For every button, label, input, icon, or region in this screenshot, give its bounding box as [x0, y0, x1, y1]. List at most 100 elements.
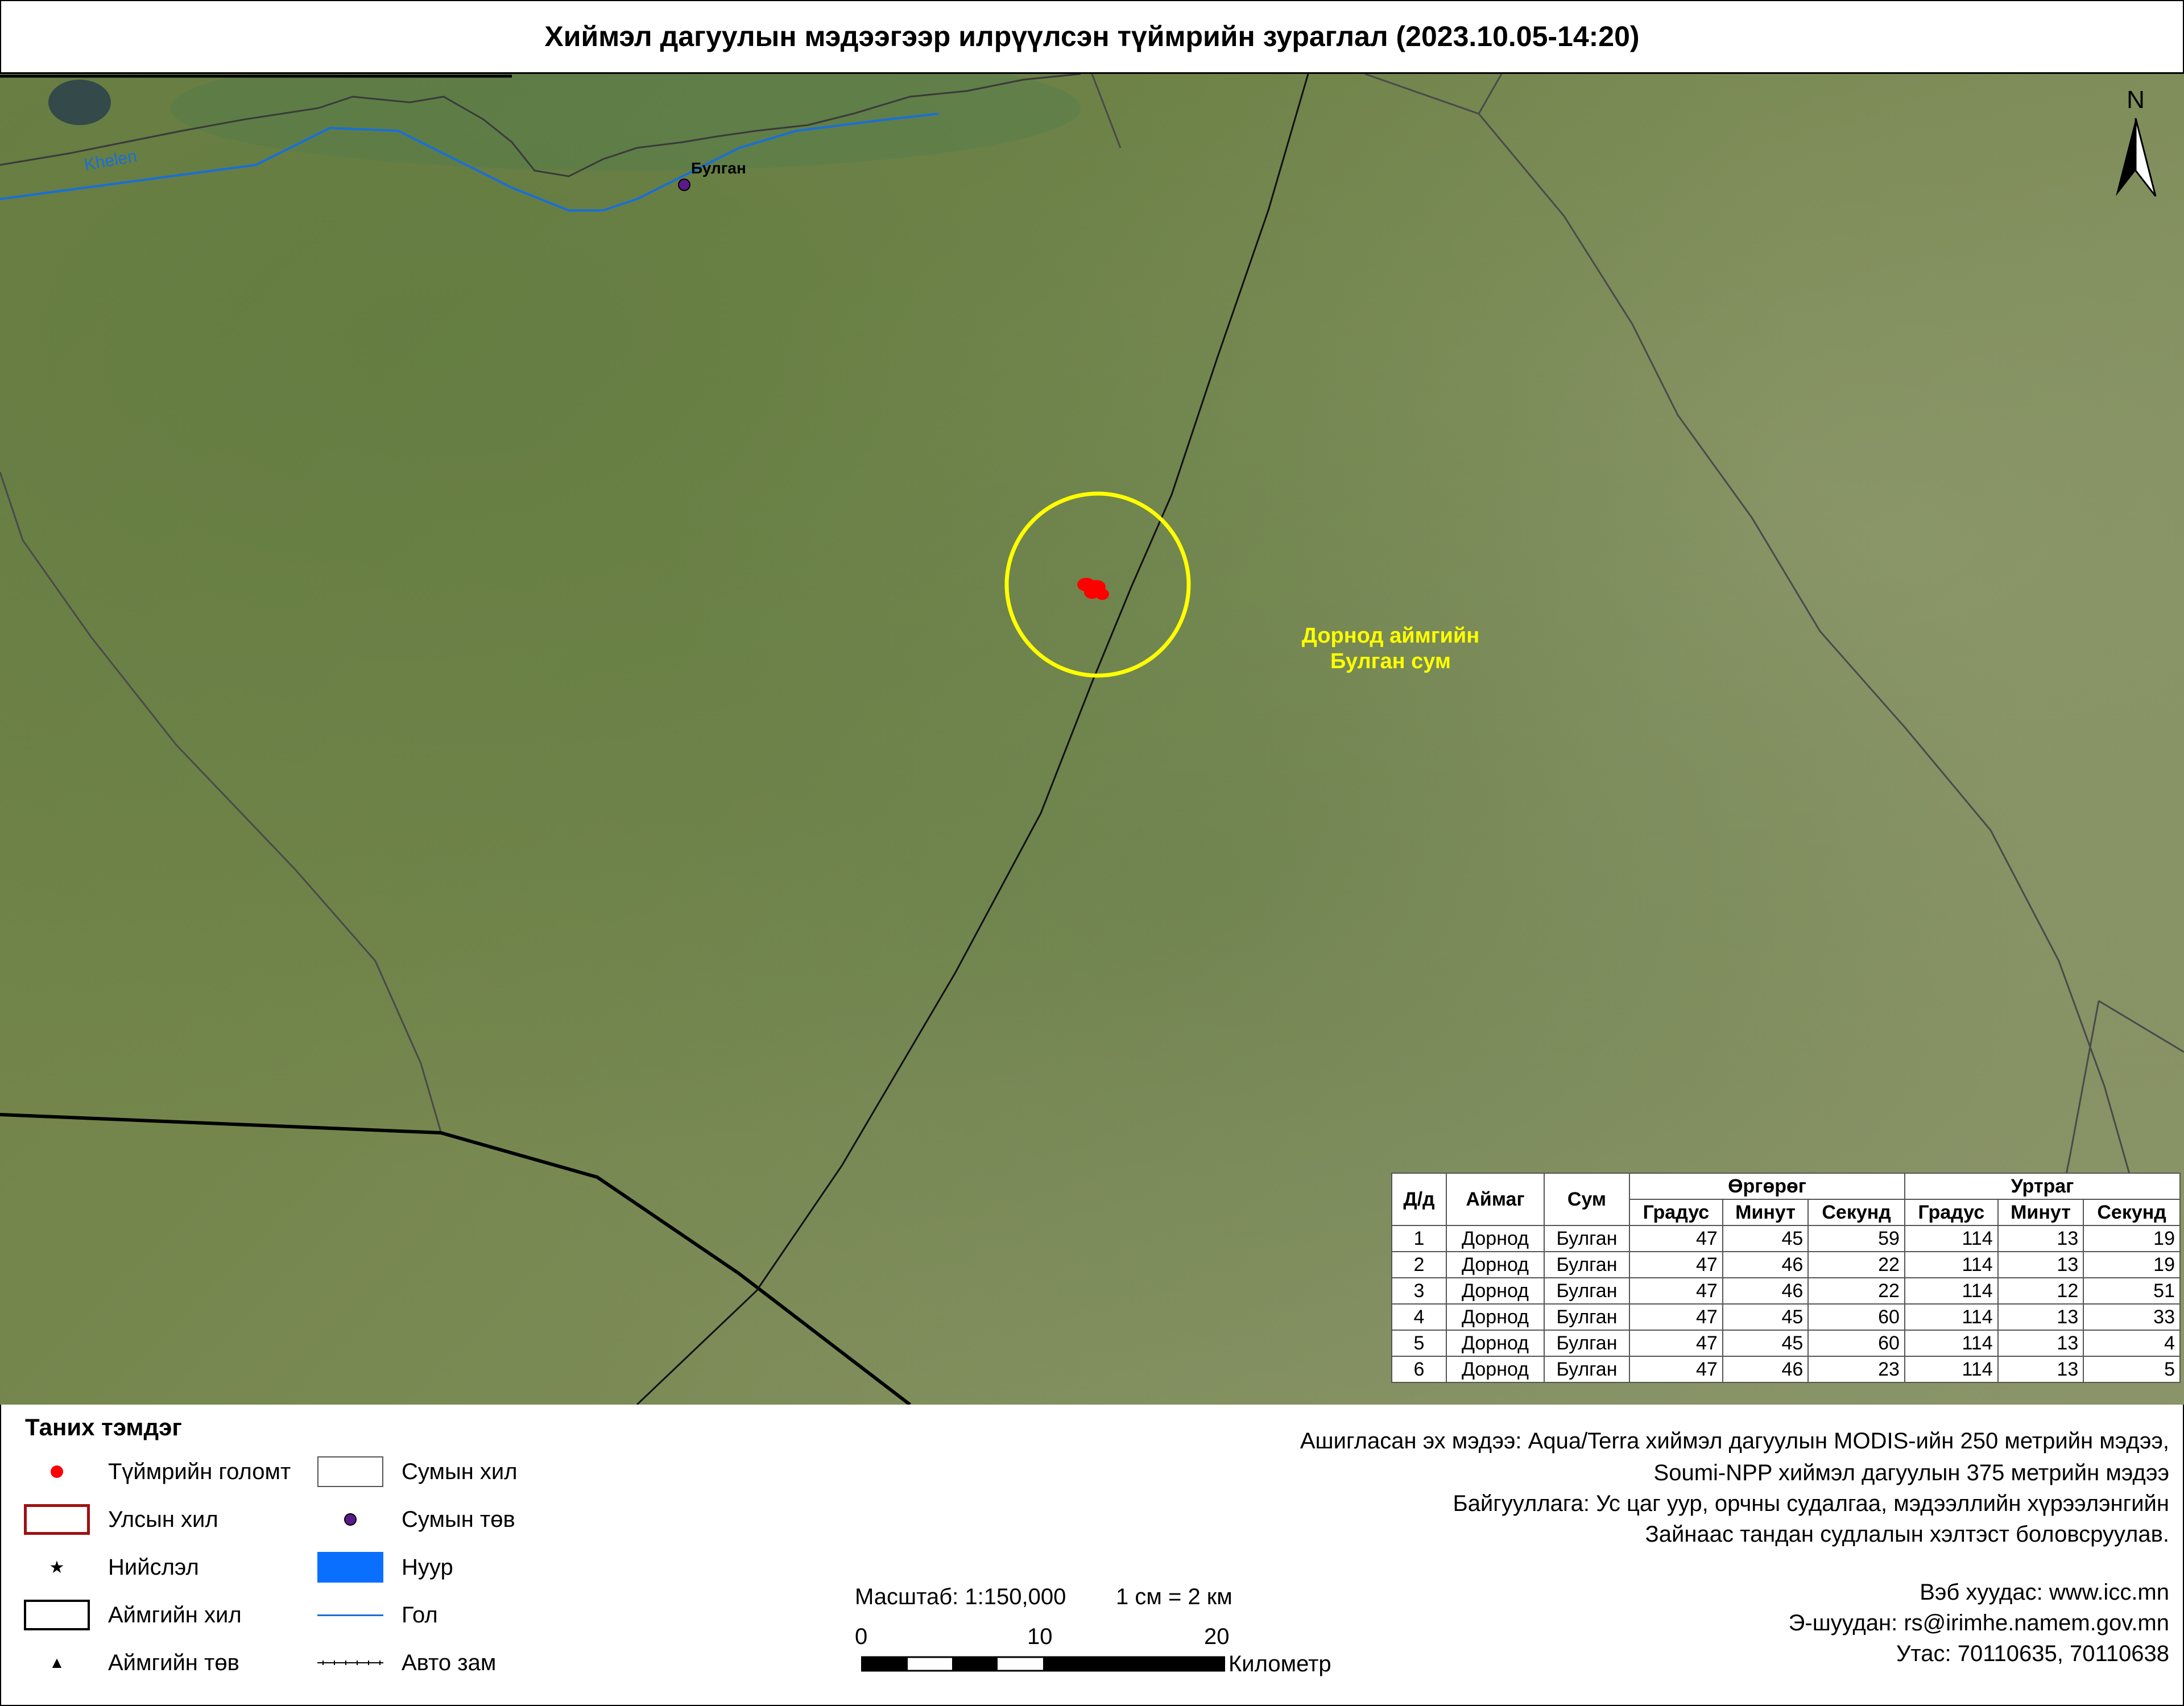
scale-bar: [861, 1656, 1225, 1672]
legend-item-lake: Нуур: [316, 1550, 453, 1584]
table-cell: 114: [1904, 1356, 1999, 1383]
th-lon-min: Минут: [1997, 1199, 2084, 1226]
road-line-icon: [317, 1661, 383, 1665]
source-line-1: Ашигласан эх мэдээ: Aqua/Terra хиймэл да…: [1300, 1428, 2169, 1454]
national-border-icon: [24, 1504, 90, 1535]
lake-shape: [48, 80, 111, 125]
scale-unit: Километр: [1228, 1651, 1331, 1676]
legend-label: Авто зам: [402, 1650, 497, 1675]
river-line-icon: [317, 1614, 383, 1616]
legend-item-sum-center: Сумын төв: [316, 1502, 515, 1537]
purple-dot-icon: [344, 1513, 357, 1526]
north-arrow-icon-light: [2135, 118, 2157, 197]
table-cell: 13: [1997, 1303, 2084, 1331]
page-title: Хиймэл дагуулын мэдээгээр илрүүлсэн түйм…: [0, 0, 2184, 74]
scale-tick-10: 10: [1027, 1624, 1053, 1649]
table-cell: 46: [1722, 1277, 1809, 1305]
table-cell: 45: [1722, 1330, 1809, 1357]
table-cell: Булган: [1544, 1251, 1630, 1278]
fire-table-body: 1 Дорнод Булган 47 45 59 114 13 19 2 Дорнод Булган 4…: [1391, 1225, 2181, 1383]
contact-web[interactable]: Вэб хуудас: www.icc.mn: [1920, 1580, 2169, 1605]
table-cell: 47: [1629, 1251, 1723, 1278]
settlement-label: Булган: [691, 159, 746, 177]
legend-item-aimag-center: ▲ Аймгийн төв: [23, 1646, 239, 1680]
source-line-2: Soumi-NPP хиймэл дагуулын 375 метрийн мэ…: [1653, 1460, 2169, 1485]
fire-points[interactable]: [1077, 578, 1109, 600]
aimag-border: [0, 1113, 911, 1405]
th-aimag: Аймаг: [1446, 1173, 1545, 1226]
th-lat-sec: Секунд: [1807, 1199, 1905, 1226]
north-label: N: [2127, 86, 2145, 114]
table-cell: 46: [1722, 1356, 1809, 1383]
table-cell: 33: [2083, 1303, 2181, 1331]
table-row: 1 Дорнод Булган 47 45 59 114 13 19: [1391, 1225, 2181, 1252]
sum-border-icon: [317, 1456, 383, 1487]
table-cell: 45: [1722, 1303, 1809, 1331]
road-line: [636, 74, 1309, 1405]
contact-email[interactable]: Э-шуудан: rs@irimhe.namem.gov.mn: [1789, 1610, 2169, 1636]
wetland-area: [171, 74, 1081, 171]
table-cell: Дорнод: [1446, 1356, 1545, 1383]
table-row: 2 Дорнод Булган 47 46 22 114 13 19: [1391, 1251, 2181, 1278]
table-cell: Дорнод: [1446, 1303, 1545, 1331]
legend-item-sum-border: Сумын хил: [316, 1455, 518, 1489]
legend-label: Аймгийн төв: [108, 1650, 239, 1675]
triangle-icon: ▲: [49, 1654, 65, 1671]
legend-label: Аймгийн хил: [108, 1602, 242, 1628]
th-lat-deg: Градус: [1629, 1199, 1723, 1226]
table-cell: Дорнод: [1446, 1251, 1545, 1278]
legend-item-aimag-border: Аймгийн хил: [23, 1598, 242, 1632]
legend-item-fire: Түймрийн голомт: [23, 1455, 291, 1489]
table-cell: Булган: [1544, 1277, 1630, 1305]
scale-ratio: 1 см = 2 км: [1116, 1584, 1232, 1609]
north-arrow-icon: [2116, 118, 2136, 196]
table-cell: 47: [1629, 1277, 1723, 1305]
legend-item-river: Гол: [316, 1598, 438, 1632]
source-line-4: Зайнаас тандан судлалын хэлтэст боловсру…: [1645, 1522, 2169, 1547]
table-cell: 60: [1807, 1303, 1905, 1331]
th-longitude: Уртраг: [1904, 1173, 2181, 1200]
lake-swatch-icon: [317, 1552, 383, 1583]
legend-label: Нуур: [402, 1554, 453, 1580]
river-label: Khelen: [82, 147, 138, 175]
table-cell: Булган: [1544, 1356, 1630, 1383]
legend-label: Түймрийн голомт: [108, 1459, 291, 1484]
table-cell: 2: [1391, 1251, 1447, 1278]
table-cell: 5: [1391, 1330, 1447, 1357]
table-cell: 47: [1629, 1330, 1723, 1357]
star-icon: ★: [49, 1558, 65, 1577]
table-row: 5 Дорнод Булган 47 45 60 114 13 4: [1391, 1330, 2181, 1357]
fire-dot-icon: [51, 1465, 63, 1478]
table-cell: 6: [1391, 1356, 1447, 1383]
table-cell: 13: [1997, 1225, 2084, 1252]
scale-tick-20: 20: [1204, 1624, 1230, 1649]
fire-point[interactable]: [1095, 589, 1109, 600]
legend-item-capital: ★ Нийслэл: [23, 1550, 199, 1584]
legend-label: Улсын хил: [108, 1506, 218, 1532]
table-cell: 51: [2083, 1277, 2181, 1305]
settlement-marker[interactable]: [678, 179, 690, 191]
north-arrow: N: [2116, 86, 2157, 197]
th-lon-sec: Секунд: [2083, 1199, 2181, 1226]
table-cell: 114: [1904, 1330, 1999, 1357]
table-cell: 13: [1997, 1330, 2084, 1357]
legend-label: Сумын хил: [402, 1459, 518, 1484]
th-lat-min: Минут: [1722, 1199, 1809, 1226]
table-cell: 22: [1807, 1277, 1905, 1305]
table-cell: 47: [1629, 1356, 1723, 1383]
legend-label: Нийслэл: [108, 1554, 199, 1580]
region-label-line1: Дорнод аймгийн: [1302, 624, 1479, 648]
source-line-3: Байгууллага: Ус цаг уур, орчны судалгаа,…: [1453, 1491, 2169, 1516]
table-cell: Дорнод: [1446, 1225, 1545, 1252]
region-label-line2: Булган сум: [1330, 649, 1451, 673]
table-cell: 3: [1391, 1277, 1447, 1305]
table-cell: 47: [1629, 1303, 1723, 1331]
table-cell: 22: [1807, 1251, 1905, 1278]
legend-item-road: Авто зам: [316, 1646, 496, 1680]
table-cell: 5: [2083, 1356, 2181, 1383]
table-cell: 19: [2083, 1225, 2181, 1252]
table-cell: 23: [1807, 1356, 1905, 1383]
th-latitude: Өргөрөг: [1629, 1173, 1905, 1200]
contact-phone: Утас: 70110635, 70110638: [1896, 1641, 2169, 1666]
table-cell: 114: [1904, 1225, 1999, 1252]
